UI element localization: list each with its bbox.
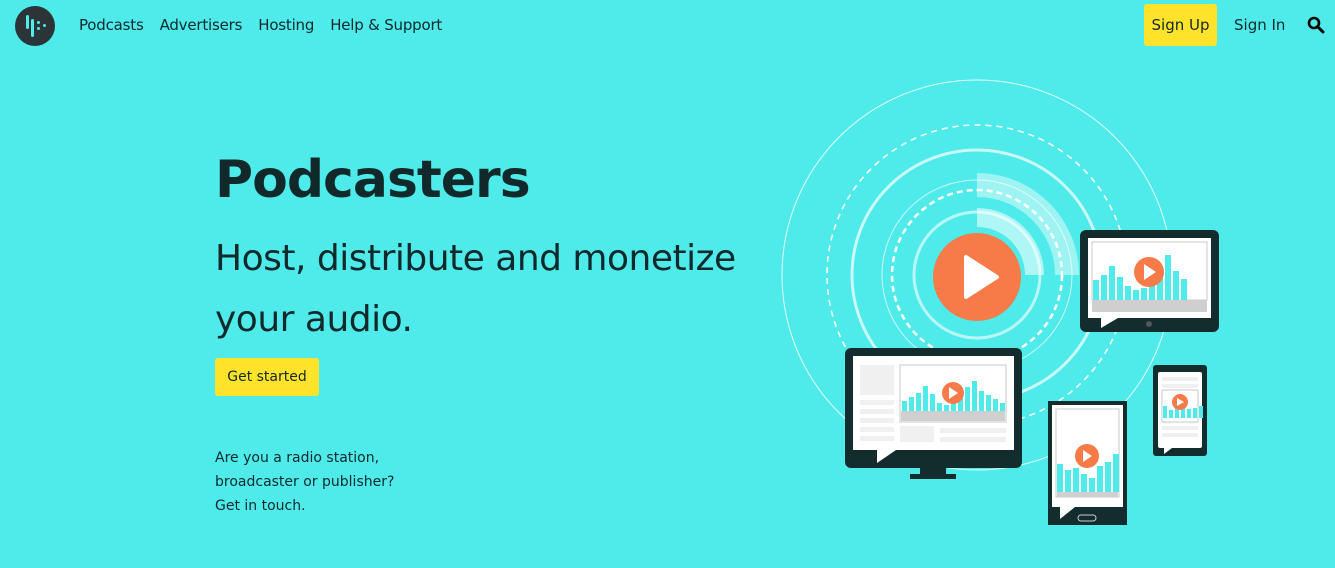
nav-link-help-support[interactable]: Help & Support [330,16,442,34]
equalizer-bar [1073,468,1079,492]
equalizer-bar [979,391,984,411]
equalizer-bar [1169,410,1173,418]
equalizer-bar [937,403,942,411]
equalizer-bar [1193,408,1197,418]
equalizer-bar [1089,478,1095,492]
devices-broadcasting-illustration [781,79,1219,525]
equalizer-bar [1000,403,1005,411]
get-started-button[interactable]: Get started [215,358,319,396]
equalizer-bar [1199,406,1203,418]
tablet-landscape-icon [1080,230,1219,332]
desktop-monitor-icon [845,348,1022,479]
sign-up-button[interactable]: Sign Up [1144,4,1217,46]
equalizer-bar [1163,406,1167,418]
equalizer-bar [1065,470,1071,492]
contact-line: Are you a radio station, [215,450,380,466]
equalizer-bar [1173,271,1179,300]
equalizer-bar [902,401,907,411]
contact-line: broadcaster or publisher? [215,474,395,490]
nav-links: Podcasts Advertisers Hosting Help & Supp… [79,16,442,34]
equalizer-bar [1093,280,1099,300]
nav-link-hosting[interactable]: Hosting [258,16,314,34]
equalizer-bar [923,386,928,411]
equalizer-bar [1081,474,1087,492]
equalizer-bar [1165,255,1171,300]
equalizer-bar [944,405,949,411]
equalizer-bar [1181,279,1187,300]
equalizer-bar [1101,275,1107,300]
equalizer-bar [1133,290,1139,300]
sign-in-link[interactable]: Sign In [1234,16,1285,34]
equalizer-bar [1141,288,1147,300]
get-in-touch-link[interactable]: Get in touch. [215,494,394,518]
search-icon[interactable] [1307,16,1325,34]
equalizer-bar [993,399,998,411]
nav-link-advertisers[interactable]: Advertisers [160,16,243,34]
contact-text: Are you a radio station, broadcaster or … [215,446,394,518]
equalizer-bar [1113,454,1119,492]
equalizer-bar [986,395,991,411]
equalizer-bar [1117,277,1123,300]
equalizer-bar [1105,462,1111,492]
page-title: Podcasters [215,150,531,210]
nav-link-podcasts[interactable]: Podcasts [79,16,144,34]
equalizer-bar [1097,466,1103,492]
equalizer-bar [972,381,977,411]
tablet-portrait-icon [1048,401,1127,525]
podcast-logo-icon[interactable] [15,6,55,46]
top-navigation: Podcasts Advertisers Hosting Help & Supp… [0,0,1335,52]
equalizer-bar [965,387,970,411]
equalizer-bar [1187,409,1191,418]
equalizer-bar [1125,286,1131,300]
equalizer-bar [930,394,935,411]
equalizer-bar [909,397,914,411]
equalizer-bar [916,393,921,411]
hero-subtitle: Host, distribute and monetize your audio… [215,238,736,340]
equalizer-bar [1057,464,1063,492]
equalizer-bar [1109,266,1115,300]
smartphone-icon [1153,365,1207,456]
